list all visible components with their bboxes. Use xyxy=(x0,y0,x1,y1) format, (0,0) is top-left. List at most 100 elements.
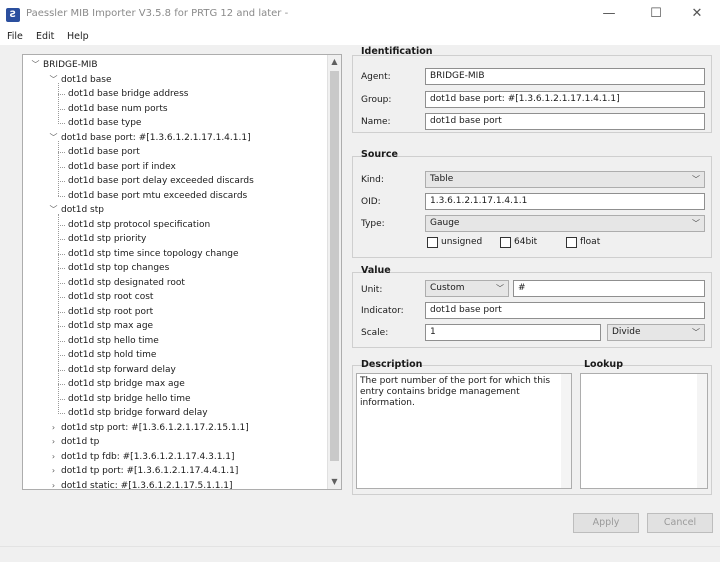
tree-node-label: dot1d stp port: #[1.3.6.1.2.1.17.2.15.1.… xyxy=(61,422,249,433)
tree-leaf[interactable]: dot1d stp max age xyxy=(23,319,323,333)
64bit-checkbox[interactable] xyxy=(500,237,511,248)
window-title: Paessler MIB Importer V3.5.8 for PRTG 12… xyxy=(26,8,289,19)
scroll-up-icon[interactable]: ▲ xyxy=(328,55,341,69)
minimize-button[interactable]: — xyxy=(596,4,622,24)
type-label: Type: xyxy=(361,219,385,229)
unit-custom-field[interactable]: # xyxy=(513,280,705,297)
indicator-label: Indicator: xyxy=(361,306,404,316)
tree-group[interactable]: › dot1d stp port: #[1.3.6.1.2.1.17.2.15.1… xyxy=(23,421,323,435)
tree-node-label: dot1d stp bridge hello time xyxy=(68,393,191,404)
chevron-down-icon[interactable]: ﹀ xyxy=(31,58,40,72)
name-field[interactable]: dot1d base port xyxy=(425,113,705,130)
chevron-down-icon[interactable]: ﹀ xyxy=(49,131,58,145)
agent-field[interactable]: BRIDGE-MIB xyxy=(425,68,705,85)
tree-node-label: BRIDGE-MIB xyxy=(43,60,98,70)
tree-leaf[interactable]: dot1d stp bridge hello time xyxy=(23,392,323,406)
tree-leaf[interactable]: dot1d stp time since topology change xyxy=(23,247,323,261)
tree-connector xyxy=(58,108,65,110)
close-button[interactable]: ✕ xyxy=(684,4,710,24)
tree-group[interactable]: › dot1d static: #[1.3.6.1.2.1.17.5.1.1.1] xyxy=(23,479,323,490)
menu-edit[interactable]: Edit xyxy=(36,31,54,42)
tree-leaf[interactable]: dot1d base port if index xyxy=(23,160,323,174)
tree-guide-line xyxy=(58,213,59,414)
tree-leaf[interactable]: dot1d stp top changes xyxy=(23,261,323,275)
cancel-button[interactable]: Cancel xyxy=(647,513,713,533)
tree-connector xyxy=(58,384,65,385)
scale-op-value: Divide xyxy=(612,327,641,337)
chevron-down-icon[interactable]: ﹀ xyxy=(49,73,58,87)
tree-leaf[interactable]: dot1d base num ports xyxy=(23,102,323,116)
tree-leaf[interactable]: dot1d stp forward delay xyxy=(23,363,323,377)
tree-leaf[interactable]: dot1d base type xyxy=(23,116,323,130)
scale-field[interactable]: 1 xyxy=(425,324,601,341)
tree-connector xyxy=(58,326,65,327)
chevron-right-icon[interactable]: › xyxy=(49,450,58,464)
tree-leaf[interactable]: dot1d stp hold time xyxy=(23,348,323,362)
tree-leaf[interactable]: dot1d stp protocol specification xyxy=(23,218,323,232)
unit-select[interactable]: Custom ﹀ xyxy=(425,280,509,297)
unit-label: Unit: xyxy=(361,285,383,295)
tree-node-label: dot1d stp priority xyxy=(68,234,147,244)
tree-leaf[interactable]: dot1d stp hello time xyxy=(23,334,323,348)
tree-node-label: dot1d stp designated root xyxy=(68,277,185,288)
tree-node-label: dot1d static: #[1.3.6.1.2.1.17.5.1.1.1] xyxy=(61,480,233,490)
kind-select[interactable]: Table ﹀ xyxy=(425,171,705,188)
lookup-list[interactable] xyxy=(580,373,708,489)
oid-field[interactable]: 1.3.6.1.2.1.17.1.4.1.1 xyxy=(425,193,705,210)
tree-connector xyxy=(58,195,65,197)
description-textarea[interactable]: The port number of the port for which th… xyxy=(356,373,572,489)
tree-node-label: dot1d base xyxy=(61,74,112,85)
tree-leaf[interactable]: dot1d stp designated root xyxy=(23,276,323,290)
title-bar: Ƨ Paessler MIB Importer V3.5.8 for PRTG … xyxy=(0,0,720,30)
mib-tree[interactable]: ▲ ▼ ﹀ BRIDGE-MIB ﹀ dot1d base dot1d base bri… xyxy=(22,54,342,490)
tree-leaf[interactable]: dot1d stp priority xyxy=(23,232,323,246)
tree-leaf[interactable]: dot1d base port delay exceeded discards xyxy=(23,174,323,188)
chevron-right-icon[interactable]: › xyxy=(49,435,58,449)
tree-leaf[interactable]: dot1d stp root port xyxy=(23,305,323,319)
tree-group[interactable]: ﹀ dot1d stp xyxy=(23,203,323,217)
float-checkbox[interactable] xyxy=(566,237,577,248)
apply-button[interactable]: Apply xyxy=(573,513,639,533)
tree-leaf[interactable]: dot1d base port mtu exceeded discards xyxy=(23,189,323,203)
type-select[interactable]: Gauge ﹀ xyxy=(425,215,705,232)
tree-group[interactable]: ﹀ dot1d base xyxy=(23,73,323,87)
tree-root[interactable]: ﹀ BRIDGE-MIB xyxy=(23,58,323,72)
menu-file[interactable]: File xyxy=(7,31,23,42)
group-field[interactable]: dot1d base port: #[1.3.6.1.2.1.17.1.4.1.… xyxy=(425,91,705,108)
tree-node-label: dot1d base type xyxy=(68,118,142,128)
description-scrollbar[interactable] xyxy=(561,374,571,488)
tree-leaf[interactable]: dot1d stp bridge max age xyxy=(23,377,323,391)
tree-node-label: dot1d stp forward delay xyxy=(68,364,176,375)
64bit-label: 64bit xyxy=(514,237,538,247)
chevron-right-icon[interactable]: › xyxy=(49,421,58,435)
lookup-scrollbar[interactable] xyxy=(697,374,707,488)
tree-group[interactable]: › dot1d tp fdb: #[1.3.6.1.2.1.17.4.3.1.1] xyxy=(23,450,323,464)
scroll-down-icon[interactable]: ▼ xyxy=(328,475,341,489)
tree-node-label: dot1d stp bridge max age xyxy=(68,379,185,389)
unsigned-checkbox[interactable] xyxy=(427,237,438,248)
tree-node-label: dot1d stp protocol specification xyxy=(68,219,211,230)
agent-label: Agent: xyxy=(361,72,391,82)
tree-leaf[interactable]: dot1d base port xyxy=(23,145,323,159)
tree-node-label: dot1d stp time since topology change xyxy=(68,248,239,259)
chevron-right-icon[interactable]: › xyxy=(49,464,58,478)
scroll-thumb[interactable] xyxy=(330,71,339,461)
tree-connector xyxy=(58,413,65,414)
tree-group[interactable]: ﹀ dot1d base port: #[1.3.6.1.2.1.17.1.4.1… xyxy=(23,131,323,145)
tree-leaf[interactable]: dot1d base bridge address xyxy=(23,87,323,101)
chevron-down-icon[interactable]: ﹀ xyxy=(49,203,58,217)
tree-leaf[interactable]: dot1d stp root cost xyxy=(23,290,323,304)
chevron-right-icon[interactable]: › xyxy=(49,479,58,490)
tree-leaf[interactable]: dot1d stp bridge forward delay xyxy=(23,406,323,420)
tree-node-label: dot1d stp top changes xyxy=(68,263,170,273)
scale-op-select[interactable]: Divide ﹀ xyxy=(607,324,705,341)
description-title: Description xyxy=(361,359,423,370)
tree-node-label: dot1d tp xyxy=(61,437,100,447)
maximize-button[interactable]: ☐ xyxy=(643,4,669,24)
indicator-field[interactable]: dot1d base port xyxy=(425,302,705,319)
tree-group[interactable]: › dot1d tp xyxy=(23,435,323,449)
tree-scrollbar[interactable]: ▲ ▼ xyxy=(327,55,341,489)
menu-help[interactable]: Help xyxy=(67,31,89,42)
tree-group[interactable]: › dot1d tp port: #[1.3.6.1.2.1.17.4.4.1.1… xyxy=(23,464,323,478)
tree-connector xyxy=(58,253,65,255)
